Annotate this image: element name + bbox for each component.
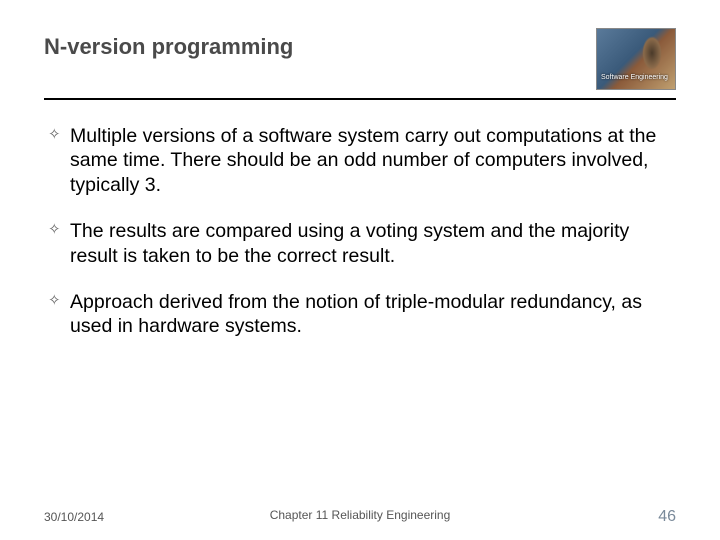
title-divider <box>44 98 676 100</box>
diamond-bullet-icon: ✧ <box>48 292 64 311</box>
diamond-bullet-icon: ✧ <box>48 126 64 145</box>
diamond-bullet-icon: ✧ <box>48 221 64 240</box>
book-cover-thumbnail: Software Engineering <box>596 28 676 90</box>
list-item: ✧ The results are compared using a votin… <box>48 219 676 268</box>
slide-header: N-version programming Software Engineeri… <box>44 28 676 90</box>
slide: N-version programming Software Engineeri… <box>0 0 720 540</box>
footer-date: 30/10/2014 <box>44 510 104 524</box>
slide-title: N-version programming <box>44 28 293 60</box>
list-item: ✧ Multiple versions of a software system… <box>48 124 676 197</box>
slide-footer: 30/10/2014 Chapter 11 Reliability Engine… <box>0 508 720 526</box>
bullet-text: The results are compared using a voting … <box>70 219 676 268</box>
bullet-text: Approach derived from the notion of trip… <box>70 290 676 339</box>
slide-body: ✧ Multiple versions of a software system… <box>44 124 676 339</box>
footer-page-number: 46 <box>658 508 676 526</box>
bullet-text: Multiple versions of a software system c… <box>70 124 676 197</box>
footer-chapter: Chapter 11 Reliability Engineering <box>270 508 451 522</box>
logo-label: Software Engineering <box>601 74 668 81</box>
list-item: ✧ Approach derived from the notion of tr… <box>48 290 676 339</box>
